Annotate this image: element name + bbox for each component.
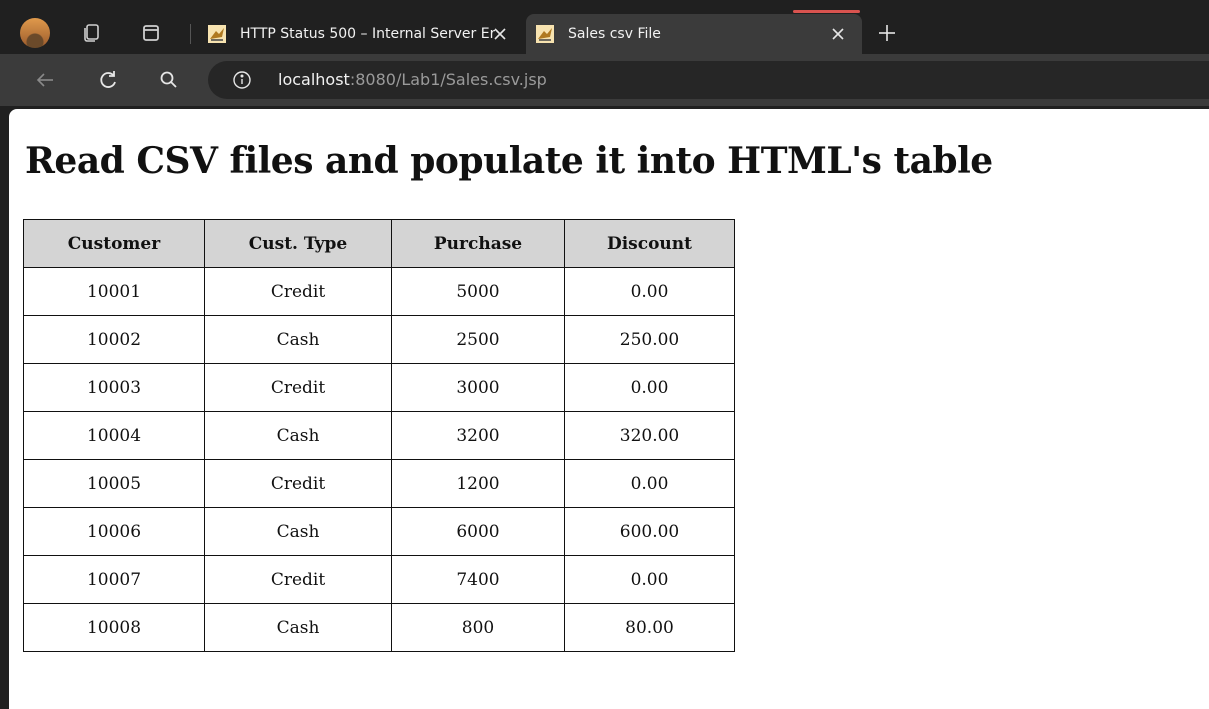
cell-customer: 10001: [23, 267, 205, 316]
cell-discount: 0.00: [564, 267, 735, 316]
cell-discount: 600.00: [564, 507, 735, 556]
tab-strip: HTTP Status 500 – Internal Server Error …: [0, 10, 1209, 54]
refresh-icon[interactable]: [97, 69, 119, 91]
cell-cust-type: Cash: [204, 315, 392, 364]
cell-purchase: 800: [391, 603, 565, 652]
cell-customer: 10008: [23, 603, 205, 652]
tab-actions-icon[interactable]: [140, 22, 162, 44]
cell-customer: 10007: [23, 555, 205, 604]
cell-customer: 10003: [23, 363, 205, 412]
cell-purchase: 3200: [391, 411, 565, 460]
cell-purchase: 5000: [391, 267, 565, 316]
close-tab-icon[interactable]: [490, 24, 510, 44]
navigation-bar: localhost:8080/Lab1/Sales.csv.jsp: [0, 54, 1209, 106]
url-text[interactable]: localhost:8080/Lab1/Sales.csv.jsp: [278, 70, 547, 89]
table-header-row: Customer Cust. Type Purchase Discount: [23, 219, 735, 268]
cell-cust-type: Cash: [204, 507, 392, 556]
url-path: :8080/Lab1/Sales.csv.jsp: [349, 70, 547, 89]
cell-discount: 80.00: [564, 603, 735, 652]
page-content: Read CSV files and populate it into HTML…: [9, 109, 1209, 709]
cell-purchase: 6000: [391, 507, 565, 556]
tab-separator: [190, 24, 191, 44]
back-arrow-icon[interactable]: [34, 69, 56, 91]
cell-customer: 10006: [23, 507, 205, 556]
table-row: 10005 Credit 1200 0.00: [23, 459, 735, 508]
info-icon[interactable]: [232, 70, 252, 90]
header-purchase: Purchase: [391, 219, 565, 268]
workspaces-icon[interactable]: [80, 22, 102, 44]
close-tab-icon[interactable]: [828, 24, 848, 44]
tab-sales-csv-file[interactable]: Sales csv File: [526, 14, 862, 54]
cell-discount: 250.00: [564, 315, 735, 364]
new-tab-icon[interactable]: [876, 22, 898, 44]
tab-http-status-500[interactable]: HTTP Status 500 – Internal Server Error: [198, 14, 524, 54]
cell-customer: 10002: [23, 315, 205, 364]
address-bar[interactable]: localhost:8080/Lab1/Sales.csv.jsp: [208, 61, 1209, 99]
cell-purchase: 7400: [391, 555, 565, 604]
tomcat-favicon-icon: [536, 25, 554, 43]
cell-discount: 0.00: [564, 363, 735, 412]
table-row: 10004 Cash 3200 320.00: [23, 411, 735, 460]
table-row: 10002 Cash 2500 250.00: [23, 315, 735, 364]
cell-discount: 0.00: [564, 459, 735, 508]
table-row: 10007 Credit 7400 0.00: [23, 555, 735, 604]
cell-cust-type: Credit: [204, 555, 392, 604]
tomcat-favicon-icon: [208, 25, 226, 43]
tab-title: HTTP Status 500 – Internal Server Error: [240, 26, 495, 42]
cell-cust-type: Credit: [204, 363, 392, 412]
tab-audio-indicator: [793, 10, 860, 13]
cell-cust-type: Cash: [204, 411, 392, 460]
cell-cust-type: Credit: [204, 267, 392, 316]
cell-discount: 0.00: [564, 555, 735, 604]
tab-title: Sales csv File: [568, 26, 661, 42]
cell-cust-type: Cash: [204, 603, 392, 652]
sales-table: Customer Cust. Type Purchase Discount 10…: [23, 219, 735, 652]
table-row: 10006 Cash 6000 600.00: [23, 507, 735, 556]
cell-purchase: 3000: [391, 363, 565, 412]
cell-customer: 10004: [23, 411, 205, 460]
url-host: localhost: [278, 70, 350, 89]
header-discount: Discount: [564, 219, 735, 268]
search-icon[interactable]: [158, 69, 180, 91]
table-row: 10003 Credit 3000 0.00: [23, 363, 735, 412]
cell-purchase: 1200: [391, 459, 565, 508]
profile-avatar[interactable]: [20, 18, 50, 48]
cell-cust-type: Credit: [204, 459, 392, 508]
table-row: 10008 Cash 800 80.00: [23, 603, 735, 652]
cell-discount: 320.00: [564, 411, 735, 460]
header-cust-type: Cust. Type: [204, 219, 392, 268]
page-title: Read CSV files and populate it into HTML…: [25, 140, 993, 182]
cell-purchase: 2500: [391, 315, 565, 364]
header-customer: Customer: [23, 219, 205, 268]
table-row: 10001 Credit 5000 0.00: [23, 267, 735, 316]
cell-customer: 10005: [23, 459, 205, 508]
